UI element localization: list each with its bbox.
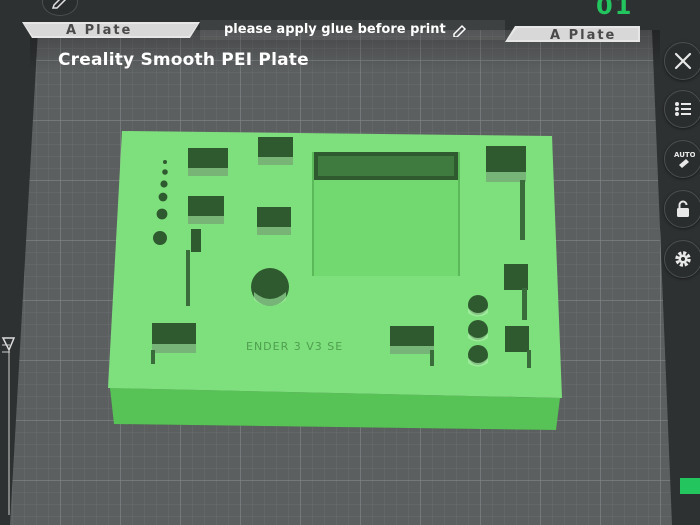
glue-note-text: please apply glue before print [224,22,446,37]
plate-tab-left-label[interactable]: A Plate [66,23,132,38]
auto-label: AUTO [674,151,695,159]
lock-icon [677,200,689,217]
pencil-icon [51,0,67,9]
auto-arrange-button[interactable]: AUTO [664,140,700,178]
object-list-button[interactable] [664,90,700,128]
plate-name: Creality Smooth PEI Plate [58,50,309,70]
auto-arrange-icon: AUTO [674,151,695,168]
lock-button[interactable] [664,190,700,228]
model-embossed-text: ENDER 3 V3 SE [246,340,344,353]
build-plate-viewport[interactable] [0,0,700,525]
gear-icon [675,251,691,267]
plate-tab-right-label[interactable]: A Plate [550,28,616,43]
plate-counter: 01 [596,0,634,20]
pencil-icon[interactable] [452,23,468,37]
close-icon [674,52,692,70]
list-icon [675,102,691,116]
close-button[interactable] [664,42,700,80]
glue-note: please apply glue before print [224,22,468,37]
settings-button[interactable] [664,240,700,278]
status-indicator [680,478,700,494]
